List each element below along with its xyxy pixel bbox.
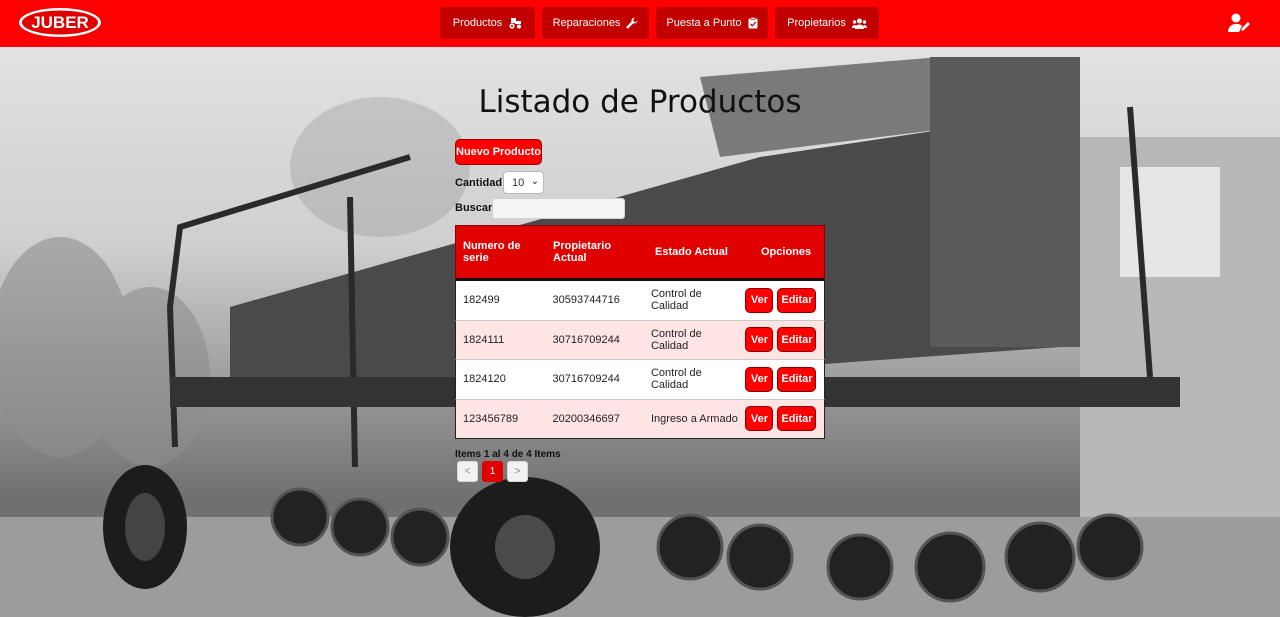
header-propietario[interactable]: Propietario Actual [545,226,643,278]
cell-propietario: 30593744716 [552,294,620,307]
nav-productos[interactable]: Productos [440,7,535,39]
cell-estado: Ingreso a Armado [650,412,738,425]
users-icon [851,18,867,29]
ver-button[interactable]: Ver [745,327,774,353]
pagination-info: Items 1 al 4 de 4 Items [455,449,561,460]
cantidad-select[interactable]: 10 ⌄ [503,171,544,194]
user-edit-icon[interactable] [1228,13,1252,33]
nav-reparaciones-label: Reparaciones [552,17,621,29]
table-header: Numero de serie Propietario Actual Estad… [455,225,825,281]
cell-estado: Control de Calidad [650,288,702,313]
editar-button[interactable]: Editar [777,366,817,392]
nav-reparaciones[interactable]: Reparaciones [542,7,649,39]
cell-opciones: Ver Editar [739,287,824,313]
header-opciones: Opciones [761,246,812,258]
cell-serie: 1824111 [463,333,505,346]
nav-propietarios-label: Propietarios [787,17,846,29]
nav-productos-label: Productos [452,17,503,29]
cell-propietario: 30716709244 [552,333,620,346]
nav-puesta-label: Puesta a Punto [666,17,742,29]
wrench-icon [626,17,638,29]
cell-propietario: 20200346697 [552,412,620,425]
cantidad-value: 10 [512,176,525,189]
cell-estado: Control de Calidad [650,367,702,392]
table-row: 1824111 30716709244 Control de Calidad V… [455,320,825,360]
editar-button[interactable]: Editar [777,287,817,313]
ver-button[interactable]: Ver [745,406,774,432]
cell-serie: 182499 [463,294,500,307]
cell-estado: Control de Calidad [650,327,702,352]
page-1-button[interactable]: 1 [482,461,503,482]
juber-logo[interactable]: JUBER [18,7,102,38]
editar-button[interactable]: Editar [777,327,817,353]
cell-opciones: Ver Editar [739,406,824,432]
header-numero-serie[interactable]: Numero de serie [456,226,545,278]
editar-button[interactable]: Editar [777,406,817,432]
nav-propietarios[interactable]: Propietarios [775,7,879,39]
cell-opciones: Ver Editar [739,327,824,353]
cantidad-label: Cantidad: [455,177,506,189]
ver-button[interactable]: Ver [745,366,774,392]
tractor-icon [508,17,522,29]
nuevo-producto-button[interactable]: Nuevo Producto [455,139,542,165]
logo-text: JUBER [31,13,89,32]
cell-serie: 123456789 [463,412,519,425]
table-row: 1824120 30716709244 Control de Calidad V… [455,360,825,400]
next-page-button[interactable]: > [507,461,528,482]
chevron-down-icon: ⌄ [530,176,539,187]
prev-page-button[interactable]: < [457,461,478,482]
top-navbar: JUBER Productos Reparaciones Puesta a Pu… [0,0,1280,47]
cell-opciones: Ver Editar [739,366,824,392]
clipboard-check-icon [748,17,758,29]
table-row: 182499 30593744716 Control de Calidad Ve… [455,281,825,321]
table-row: 123456789 20200346697 Ingreso a Armado V… [455,399,825,439]
nav-puesta-a-punto[interactable]: Puesta a Punto [656,7,768,39]
header-estado[interactable]: Estado Actual [643,226,741,278]
cell-propietario: 30716709244 [552,373,620,386]
products-table: Numero de serie Propietario Actual Estad… [455,225,825,439]
page-title: Listado de Productos [478,84,802,120]
search-input[interactable] [492,198,625,219]
ver-button[interactable]: Ver [745,287,774,313]
cell-serie: 1824120 [463,373,506,386]
